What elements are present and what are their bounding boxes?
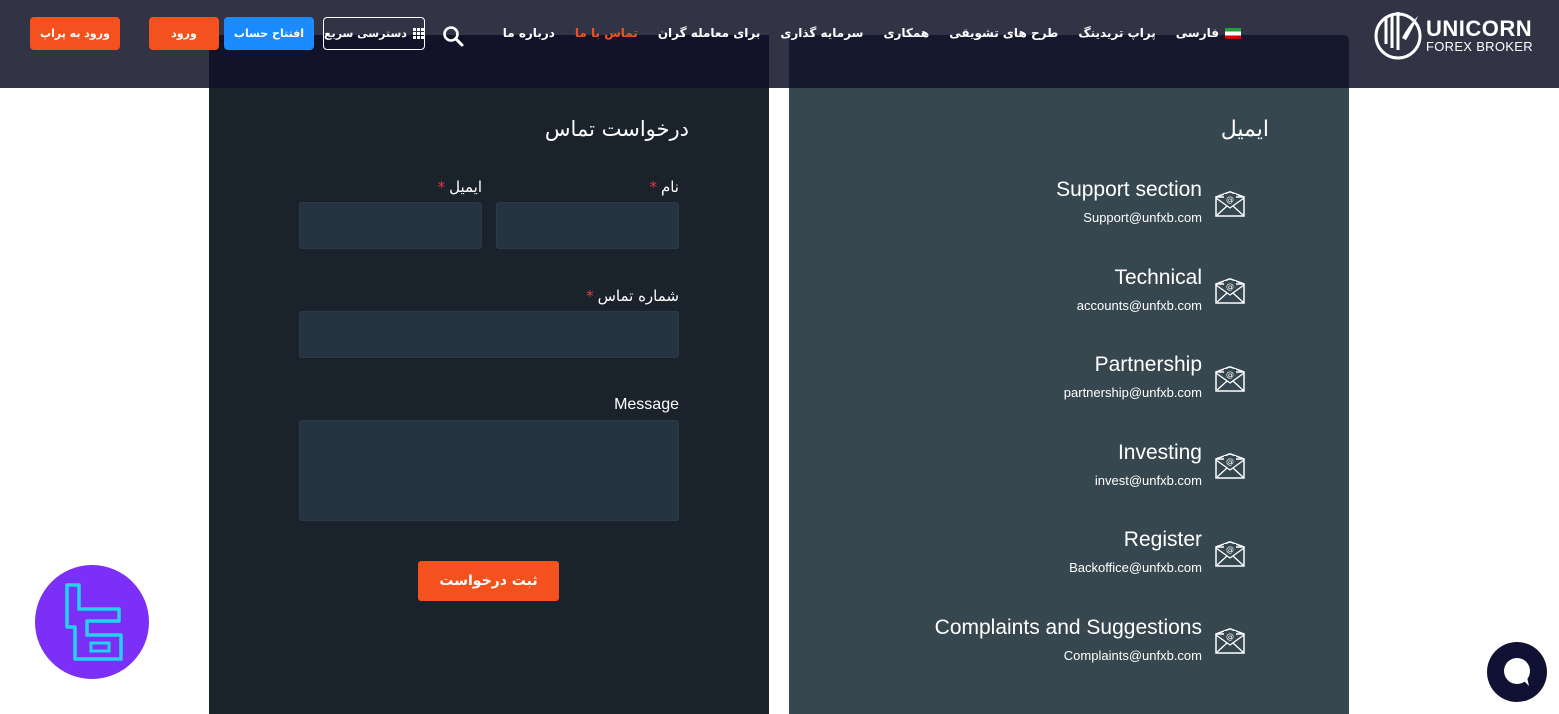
svg-text:@: @ [1226, 195, 1234, 204]
nav-partnership[interactable]: همکاری [883, 26, 929, 40]
language-label: فارسی [1175, 26, 1219, 40]
message-textarea[interactable] [299, 420, 679, 521]
email-address-link[interactable]: Backoffice@unfxb.com [1069, 560, 1202, 575]
tradingfinder-badge[interactable] [35, 565, 149, 679]
brand-logo[interactable]: UNICORN FOREX BROKER [1372, 8, 1542, 62]
required-mark: * [437, 178, 446, 196]
logo-text-secondary: FOREX BROKER [1426, 39, 1533, 54]
search-icon[interactable] [442, 25, 464, 47]
phone-label: شماره تماس* [586, 287, 679, 305]
email-name: Support section [1056, 178, 1202, 201]
unicorn-logo-icon [1374, 12, 1422, 60]
envelope-icon: @ [1215, 541, 1245, 567]
nav-investment[interactable]: سرمایه گذاری [780, 26, 863, 40]
email-label: ایمیل* [437, 178, 482, 196]
svg-text:@: @ [1226, 282, 1234, 291]
tf-logo-icon [65, 583, 123, 661]
nav-prop-trading[interactable]: پراپ تریدینگ [1078, 26, 1155, 40]
contact-request-panel: درخواست تماس نام* ایمیل* شماره تماس* Mes… [209, 35, 769, 714]
iran-flag-icon [1225, 27, 1241, 39]
envelope-icon: @ [1215, 366, 1245, 392]
email-item-support: Support section Support@unfxb.com [1056, 178, 1202, 225]
email-item-investing: Investing invest@unfxb.com [1095, 441, 1202, 488]
svg-text:@: @ [1226, 457, 1234, 466]
envelope-icon: @ [1215, 191, 1245, 217]
email-panel: ایمیل Support section Support@unfxb.com … [789, 35, 1349, 714]
email-item-complaints: Complaints and Suggestions Complaints@un… [935, 616, 1202, 663]
message-label: Message [614, 396, 679, 413]
required-mark: * [586, 287, 594, 305]
quick-access-label: دسترسی سریع [324, 27, 407, 40]
email-item-technical: Technical accounts@unfxb.com [1077, 266, 1202, 313]
email-title: ایمیل [1220, 117, 1269, 142]
nav-promotions[interactable]: طرح های تشویقی [949, 26, 1058, 40]
email-address-link[interactable]: partnership@unfxb.com [1064, 385, 1202, 400]
email-name: Technical [1114, 266, 1202, 289]
main-nav: درباره ما تماس با ما برای معامله گران سر… [503, 26, 1241, 40]
nav-contact[interactable]: تماس با ما [575, 26, 638, 40]
site-header: ورود به پراپ ورود افتتاح حساب دسترسی سری… [0, 0, 1559, 88]
open-account-button[interactable]: افتتاح حساب [224, 17, 314, 50]
email-name: Register [1123, 528, 1202, 551]
email-item-partnership: Partnership partnership@unfxb.com [1064, 353, 1202, 400]
nav-traders[interactable]: برای معامله گران [658, 26, 761, 40]
email-address-link[interactable]: invest@unfxb.com [1095, 473, 1202, 488]
email-address-link[interactable]: Support@unfxb.com [1056, 210, 1202, 225]
svg-text:@: @ [1226, 370, 1234, 379]
nav-language[interactable]: فارسی [1176, 26, 1241, 40]
nav-about[interactable]: درباره ما [503, 26, 555, 40]
form-title: درخواست تماس [544, 117, 689, 141]
email-name: Investing [1117, 441, 1202, 464]
required-mark: * [649, 178, 657, 196]
email-name: Partnership [1094, 353, 1202, 376]
envelope-icon: @ [1215, 278, 1245, 304]
email-input[interactable] [299, 202, 482, 249]
quick-access-button[interactable]: دسترسی سریع [323, 17, 425, 50]
email-item-register: Register Backoffice@unfxb.com [1069, 528, 1202, 575]
name-label: نام* [649, 178, 679, 196]
login-button[interactable]: ورود [149, 17, 219, 50]
email-address-link[interactable]: accounts@unfxb.com [1077, 298, 1202, 313]
chat-bubble-icon [1504, 658, 1530, 686]
phone-input[interactable] [299, 311, 679, 358]
prop-login-button[interactable]: ورود به پراپ [30, 17, 120, 50]
svg-text:@: @ [1226, 545, 1234, 554]
svg-text:@: @ [1226, 632, 1234, 641]
email-name: Complaints and Suggestions [934, 616, 1202, 639]
email-address-link[interactable]: Complaints@unfxb.com [935, 648, 1202, 663]
grid-icon [412, 28, 424, 39]
envelope-icon: @ [1215, 453, 1245, 479]
envelope-icon: @ [1215, 628, 1245, 654]
chat-widget-button[interactable] [1487, 642, 1547, 702]
submit-button[interactable]: ثبت درخواست [418, 561, 559, 601]
name-input[interactable] [496, 202, 679, 249]
